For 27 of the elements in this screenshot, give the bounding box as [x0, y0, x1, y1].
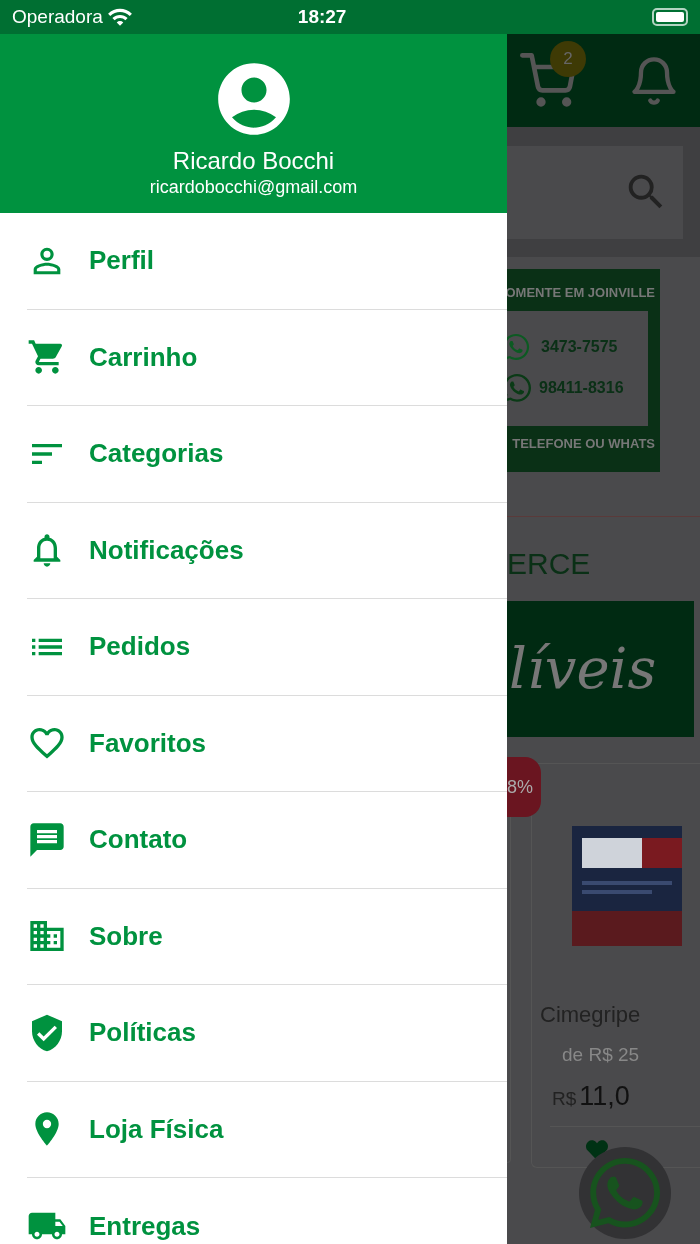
cart-badge: 2	[550, 40, 586, 77]
whatsapp-icon	[507, 372, 533, 404]
menu-item[interactable]: Notificações	[27, 502, 507, 599]
menu-item[interactable]: Carrinho	[27, 309, 507, 406]
discount-badge: 8%	[507, 757, 541, 817]
whatsapp-number: 98411-8316	[539, 378, 624, 398]
menu-item[interactable]: Favoritos	[27, 695, 507, 792]
search-field[interactable]	[507, 145, 683, 239]
menu-item[interactable]: Entregas	[27, 1178, 507, 1244]
carrier-name: Operadora	[12, 4, 103, 29]
user-email: ricardobocchi@gmail.com	[149, 176, 358, 199]
user-name: Ricardo Bocchi	[172, 146, 335, 176]
promo-text: líveis	[508, 635, 657, 703]
phone-icon	[507, 332, 531, 362]
menu-item[interactable]: Sobre	[27, 888, 507, 985]
menu-item[interactable]: Políticas	[27, 985, 507, 1082]
section-title: ERCE	[507, 549, 592, 579]
clock: 18:27	[297, 4, 347, 29]
phone-number: 3473-7575	[541, 337, 618, 357]
menu-item[interactable]: Perfil	[27, 213, 507, 310]
battery-icon	[652, 8, 688, 26]
banner-text: TELEFONE OU WHATS	[512, 434, 656, 453]
menu-item[interactable]: Loja Física	[27, 1081, 507, 1178]
old-price: de R$ 25	[562, 1043, 640, 1067]
menu-item[interactable]: Categorias	[27, 406, 507, 503]
price: 11,0	[579, 1079, 630, 1113]
menu-item[interactable]: Contato	[27, 792, 507, 889]
